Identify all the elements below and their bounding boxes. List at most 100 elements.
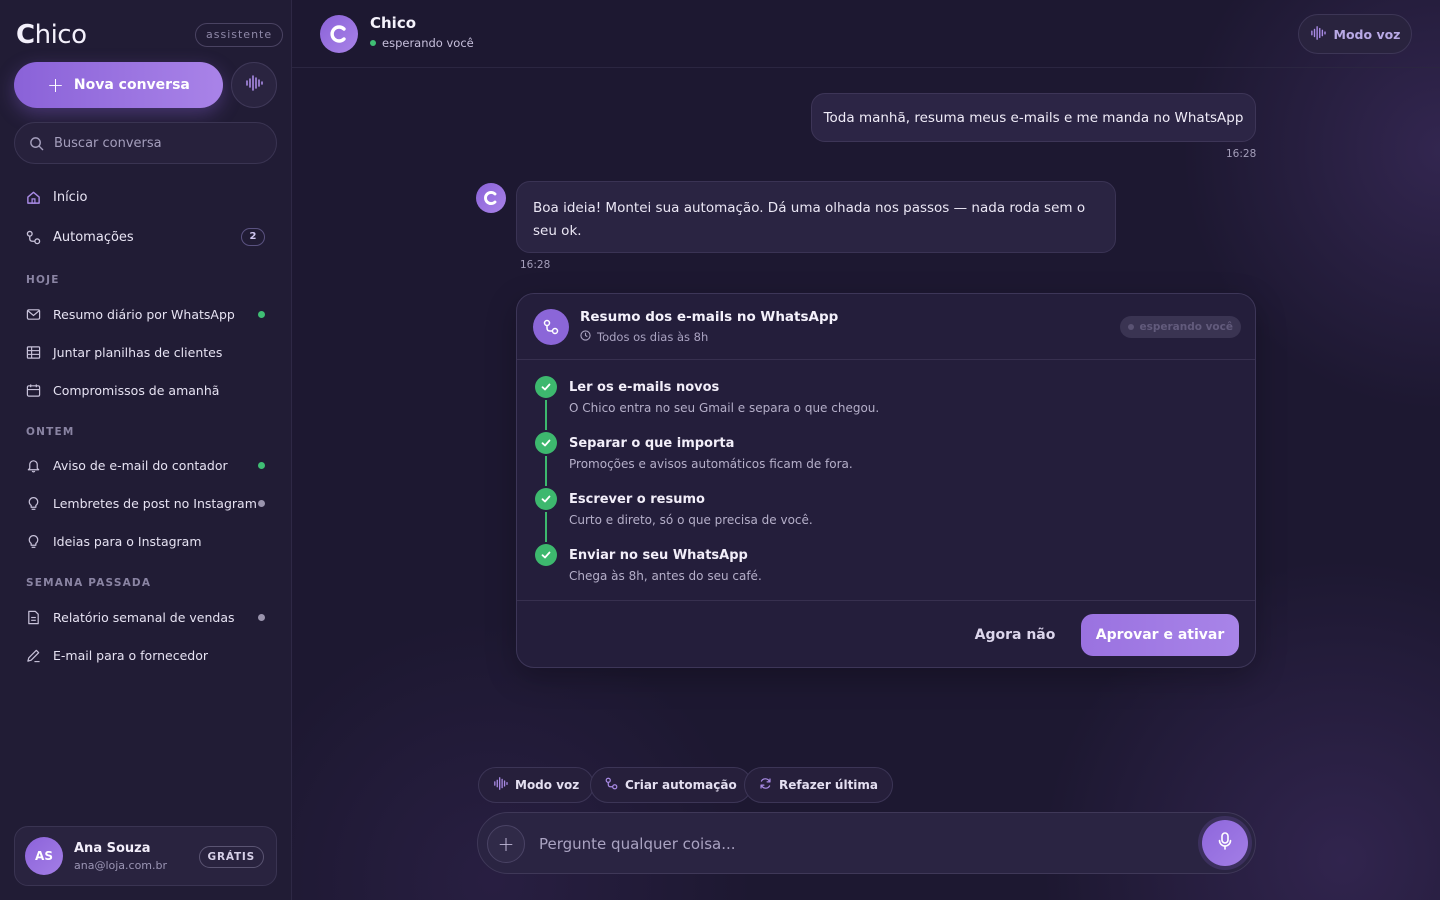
microphone-icon [1217,832,1233,854]
user-name: Ana Souza [74,840,151,856]
automation-card-footer: Agora não Aprovar e ativar [517,600,1255,667]
step-title: Enviar no seu WhatsApp [569,548,748,563]
microphone-button[interactable] [1202,820,1248,866]
conversation-item[interactable]: Lembretes de post no Instagram [14,486,277,520]
chip-label: Refazer última [779,778,879,792]
check-icon [535,376,557,398]
attach-button[interactable]: + [487,825,525,863]
message-composer: + [477,812,1256,874]
pen-icon [26,648,41,663]
chip-create-automation[interactable]: Criar automação [590,767,752,803]
step-description: Curto e direto, só o que precisa de você… [569,513,813,527]
bulb-icon [26,496,41,511]
plus-icon: + [497,832,515,856]
conversation-item[interactable]: Compromissos de amanhã [14,373,277,407]
assistant-badge: assistente [195,23,284,47]
new-chat-button[interactable]: + Nova conversa [14,62,223,108]
message-timestamp: 16:28 [520,259,551,271]
brand-name: hico [34,20,87,50]
conversation-label: Ideias para o Instagram [53,533,202,549]
conversation-item[interactable]: Aviso de e-mail do contador [14,448,277,482]
automation-icon [26,230,41,245]
conversation-item[interactable]: E-mail para o fornecedor [14,638,277,672]
conversation-label: Lembretes de post no Instagram [53,495,257,511]
automation-step: Separar o que importa Promoções e avisos… [517,432,1255,488]
chat-header: Chico esperando você Modo voz [292,0,1440,68]
status-dot [258,614,265,621]
online-dot [370,40,376,46]
step-description: O Chico entra no seu Gmail e separa o qu… [569,401,880,415]
voice-button[interactable] [231,62,277,108]
step-connector [545,456,547,486]
user-message: Toda manhã, resuma meus e-mails e me man… [811,93,1256,142]
mail-icon [26,307,41,322]
conversation-label: Juntar planilhas de clientes [53,344,223,360]
schedule-text: Todos os dias às 8h [597,330,709,344]
automation-title: Resumo dos e-mails no WhatsApp [580,309,839,325]
voice-mode-label: Modo voz [1333,26,1401,42]
brand-logo[interactable]: Chico [16,20,87,50]
avatar: AS [25,837,63,875]
conversation-item[interactable]: Relatório semanal de vendas [14,600,277,634]
conversation-label: Resumo diário por WhatsApp [53,306,235,322]
chip-voice-mode[interactable]: Modo voz [478,767,595,803]
conversation-label: Aviso de e-mail do contador [53,457,228,473]
status-dot [1128,324,1135,330]
section-label-ontem: ONTEM [26,426,75,438]
message-input[interactable] [539,832,1179,856]
automation-step: Escrever o resumo Curto e direto, só o q… [517,488,1255,544]
chip-redo-last[interactable]: Refazer última [744,767,894,803]
check-icon [535,544,557,566]
step-title: Escrever o resumo [569,492,705,507]
document-icon [26,610,41,625]
voice-mode-button[interactable]: Modo voz [1298,14,1412,54]
conversation-item[interactable]: Juntar planilhas de clientes [14,335,277,369]
nav-item-automacoes[interactable]: Automações 2 [14,219,277,255]
automation-step: Ler os e-mails novos O Chico entra no se… [517,376,1255,432]
bulb-icon [26,534,41,549]
chat-area: Chico esperando você Modo voz Toda manhã… [292,0,1440,900]
nav-label: Início [53,189,88,205]
conversation-label: Relatório semanal de vendas [53,609,235,625]
search-input[interactable] [54,135,254,151]
assistant-avatar-small [476,183,506,213]
chat-status-text: esperando você [382,36,474,50]
new-chat-label: Nova conversa [73,77,190,93]
waveform-icon [1310,25,1326,43]
plus-icon: + [47,73,64,97]
approve-activate-button[interactable]: Aprovar e ativar [1081,614,1239,656]
nav-item-inicio[interactable]: Início [14,179,277,215]
automation-card-header: Resumo dos e-mails no WhatsApp Todos os … [517,294,1255,360]
not-now-button[interactable]: Agora não [965,614,1065,656]
section-label-semana-passada: SEMANA PASSADA [26,577,152,589]
assistant-avatar [320,15,358,53]
step-connector [545,512,547,542]
step-title: Separar o que importa [569,436,735,451]
section-label-hoje: HOJE [26,274,60,286]
refresh-icon [759,777,772,793]
conversation-item[interactable]: Resumo diário por WhatsApp [14,297,277,331]
clock-icon [580,330,591,344]
conversation-item[interactable]: Ideias para o Instagram [14,524,277,558]
bell-icon [26,458,41,473]
sidebar: Chico assistente + Nova conversa Início [0,0,292,900]
status-dot [258,500,265,507]
status-dot [258,311,265,318]
automation-schedule: Todos os dias às 8h [580,330,708,344]
status-dot [258,462,265,469]
search-icon [29,136,44,151]
calendar-icon [26,383,41,398]
automation-card: Resumo dos e-mails no WhatsApp Todos os … [516,293,1256,668]
status-badge-label: esperando você [1139,321,1233,333]
automation-icon [605,777,618,793]
assistant-message: Boa ideia! Montei sua automação. Dá uma … [516,181,1116,253]
search-field[interactable] [14,122,277,164]
waveform-icon [493,777,508,793]
automations-count-badge: 2 [241,228,265,246]
waveform-icon [245,75,263,95]
table-icon [26,345,41,360]
plan-badge: GRÁTIS [198,846,264,868]
brand-initial: C [16,20,35,50]
chip-label: Criar automação [625,778,737,792]
user-profile-card[interactable]: AS Ana Souza ana@loja.com.br GRÁTIS [14,826,277,886]
